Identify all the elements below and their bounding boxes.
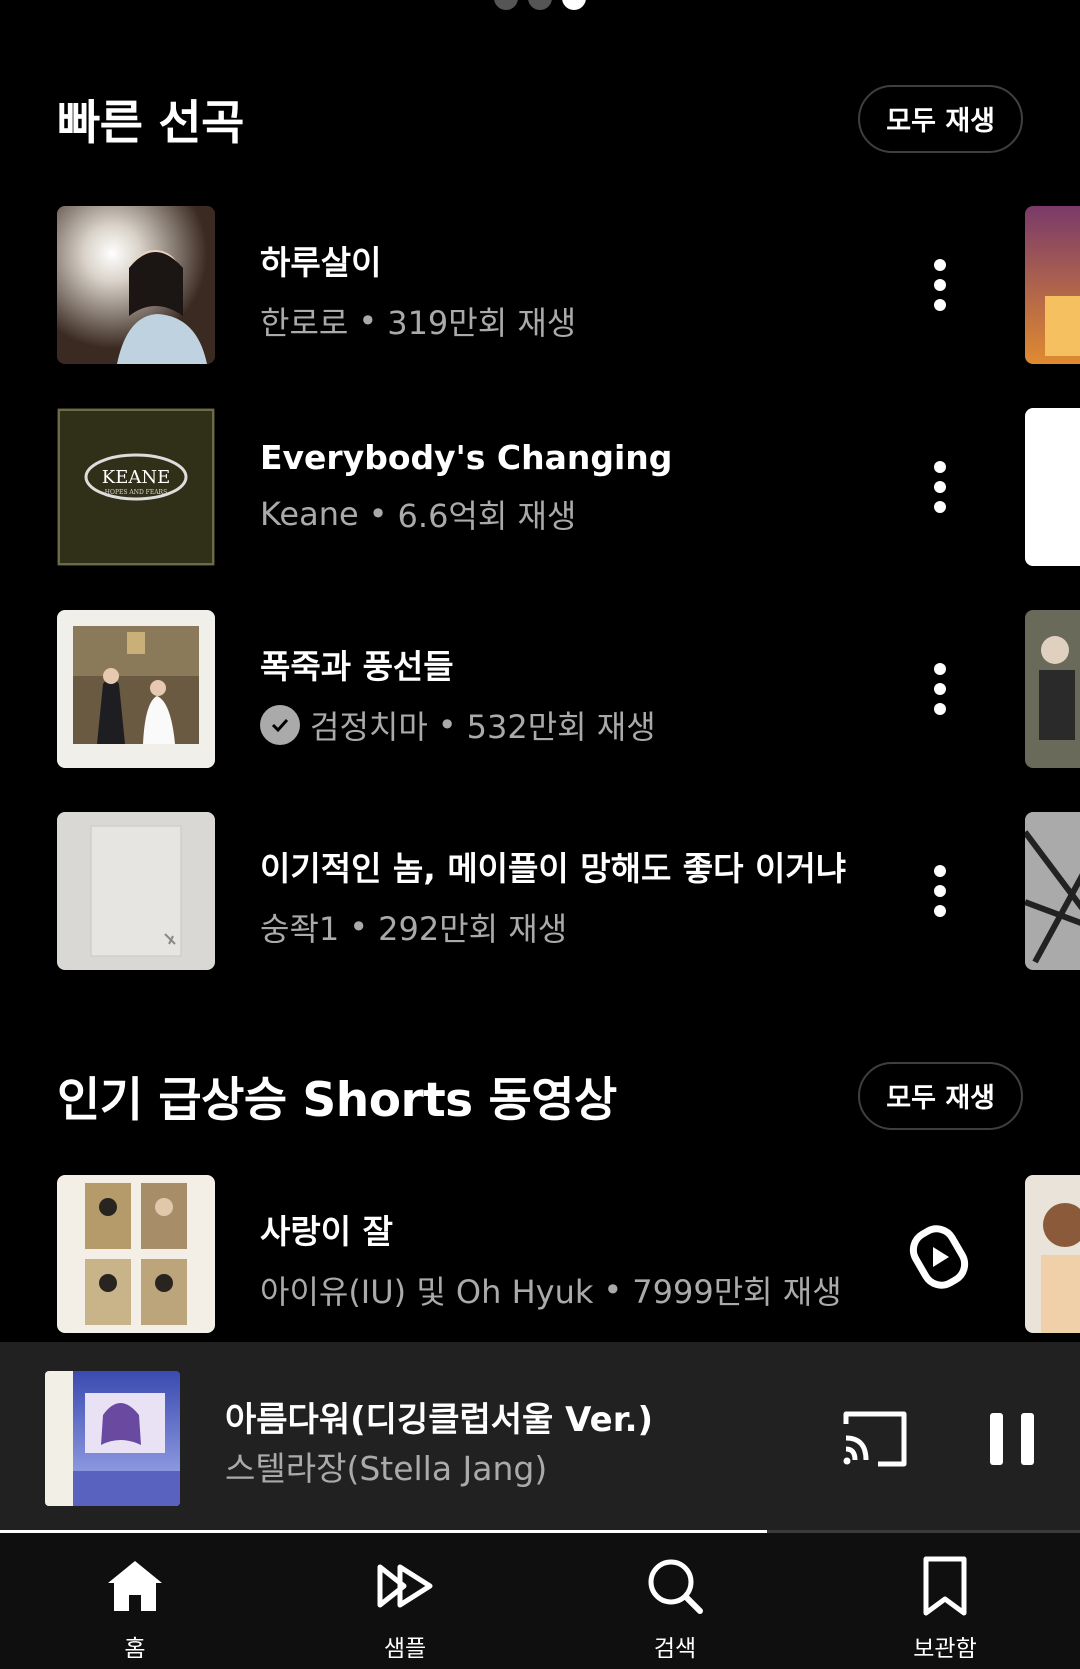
album-art [57,812,215,970]
album-art: KEANE HOPES AND FEARS [57,408,215,566]
nav-label: 보관함 [913,1636,977,1662]
more-options-icon[interactable] [905,250,975,320]
song-row[interactable]: 폭죽과 풍선들 검정치마 • 532만회 재생 [57,610,1080,768]
shorts-header: 인기 급상승 Shorts 동영상 모두 재생 [57,1061,1023,1130]
song-subtitle: 숭좍1 • 292만회 재생 [260,904,880,950]
song-info: 하루살이 한로로 • 319만회 재생 [260,236,880,344]
next-page-album-art[interactable] [1025,812,1080,970]
play-all-button[interactable]: 모두 재생 [858,84,1023,153]
section-title: 빠른 선곡 [57,96,244,151]
now-playing-title: 아름다워(디깅클럽서울 Ver.) [225,1400,654,1440]
play-count: 7999만회 재생 [632,1273,842,1311]
shorts-icon[interactable] [900,1217,978,1295]
separator-dot: • [437,706,457,744]
play-count: 532만회 재생 [466,708,656,746]
next-page-album-art[interactable] [1025,1175,1080,1333]
nav-samples[interactable]: 샘플 [270,1533,540,1669]
song-row[interactable]: KEANE HOPES AND FEARS Everybody's Changi… [57,408,1080,566]
separator-dot: • [358,302,378,340]
nav-label: 홈 [124,1636,146,1662]
more-options-icon[interactable] [905,452,975,522]
bottom-navigation: 홈 샘플 검색 보관함 [0,1533,1080,1669]
album-art [57,206,215,364]
album-logo-sub: HOPES AND FEARS [105,489,167,496]
artist-name: Keane [260,495,359,533]
section-title: 인기 급상승 Shorts 동영상 [57,1073,617,1128]
song-title: 이기적인 놈, 메이플이 망해도 좋다 이거냐 [260,849,847,888]
verified-check-icon [260,705,300,745]
home-icon [108,1561,162,1611]
album-logo: KEANE [102,467,170,488]
play-count: 319만회 재생 [387,304,577,342]
separator-dot: • [349,908,369,946]
play-count: 292만회 재생 [378,910,568,948]
song-row[interactable]: 하루살이 한로로 • 319만회 재생 [57,206,1080,364]
next-page-album-art[interactable] [1025,408,1080,566]
mini-player[interactable]: 아름다워(디깅클럽서울 Ver.) 스텔라장(Stella Jang) [0,1342,1080,1532]
song-title: Everybody's Changing [260,438,673,477]
library-icon [923,1556,967,1616]
song-info: 사랑이 잘 아이유(IU) 및 Oh Hyuk • 7999만회 재생 [260,1205,900,1313]
song-subtitle: 아이유(IU) 및 Oh Hyuk • 7999만회 재생 [260,1267,900,1313]
song-subtitle: 검정치마 • 532만회 재생 [260,702,880,748]
artist-name: 아이유(IU) 및 Oh Hyuk [260,1273,594,1311]
nav-library[interactable]: 보관함 [810,1533,1080,1669]
nav-search[interactable]: 검색 [540,1533,810,1669]
page-dot[interactable] [494,0,518,10]
now-playing-album-art[interactable] [45,1371,180,1506]
song-title: 하루살이 [260,243,382,282]
search-icon [648,1559,703,1614]
shorts-row[interactable]: 사랑이 잘 아이유(IU) 및 Oh Hyuk • 7999만회 재생 [57,1175,1080,1333]
page-dot-active[interactable] [562,0,586,10]
next-page-album-art[interactable] [1025,610,1080,768]
nav-home[interactable]: 홈 [0,1533,270,1669]
song-info: Everybody's Changing Keane • 6.6억회 재생 [260,438,880,537]
quick-picks-header: 빠른 선곡 모두 재생 [57,84,1023,153]
play-count: 6.6억회 재생 [397,497,577,535]
play-all-button[interactable]: 모두 재생 [858,1061,1023,1130]
page-indicator [494,0,586,10]
more-options-icon[interactable] [905,654,975,724]
song-subtitle: 한로로 • 319만회 재생 [260,298,880,344]
pause-button[interactable] [990,1413,1034,1465]
artist-name: 숭좍1 [260,910,340,948]
artist-name: 한로로 [260,304,349,342]
more-options-icon[interactable] [905,856,975,926]
song-info: 이기적인 놈, 메이플이 망해도 좋다 이거냐 숭좍1 • 292만회 재생 [260,842,880,950]
artist-name: 검정치마 [310,708,428,746]
song-title: 사랑이 잘 [260,1212,393,1251]
cast-icon[interactable] [840,1408,910,1470]
now-playing-artist: 스텔라장(Stella Jang) [225,1449,548,1488]
separator-dot: • [603,1271,623,1309]
song-title: 폭죽과 풍선들 [260,647,454,686]
page-dot[interactable] [528,0,552,10]
song-subtitle: Keane • 6.6억회 재생 [260,491,880,537]
album-art [57,1175,215,1333]
song-info: 폭죽과 풍선들 검정치마 • 532만회 재생 [260,640,880,748]
nav-label: 샘플 [383,1636,427,1662]
next-page-album-art[interactable] [1025,206,1080,364]
album-art [57,610,215,768]
nav-label: 검색 [653,1636,697,1662]
song-row[interactable]: 이기적인 놈, 메이플이 망해도 좋다 이거냐 숭좍1 • 292만회 재생 [57,812,1080,970]
separator-dot: • [368,495,388,533]
samples-icon [377,1564,433,1608]
